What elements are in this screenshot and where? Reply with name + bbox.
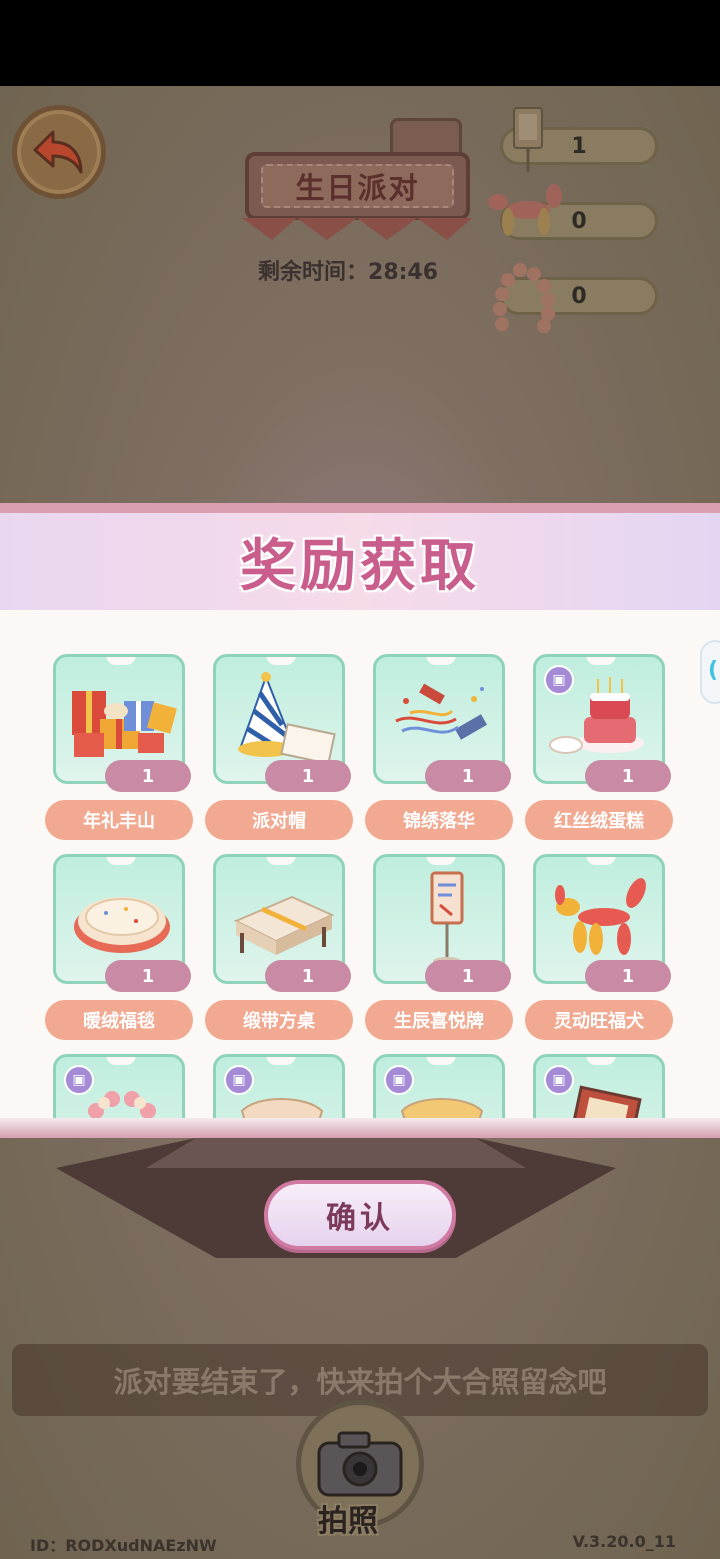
- rug-icon: [74, 897, 170, 953]
- timer-label: 剩余时间：: [258, 260, 369, 285]
- title-plaque: 生日派对: [245, 152, 470, 220]
- balloon-arch-icon: [493, 263, 555, 333]
- countdown-timer: 剩余时间：28:46: [258, 254, 438, 286]
- counter-value: 1: [571, 133, 587, 159]
- quantity-badge: 1: [265, 760, 351, 792]
- balloon-dog-icon: [488, 184, 562, 236]
- player-id: ID：RODXudNAEzNW: [30, 1536, 217, 1555]
- reward-panel-title: 奖励获取: [240, 534, 480, 599]
- panel-border: [0, 1118, 720, 1138]
- quantity-badge: 1: [425, 960, 511, 992]
- cushion-icon: [400, 1098, 484, 1118]
- item-name: 锦绣落华: [365, 800, 513, 840]
- counter-value: 0: [571, 283, 587, 309]
- page-title: 生日派对: [295, 171, 420, 205]
- item-name: 灵动旺福犬: [525, 1000, 673, 1040]
- reward-card: ▣: [213, 1054, 345, 1118]
- quantity-badge: 1: [105, 960, 191, 992]
- hint-text: 派对要结束了，快来拍个大合照留念吧: [113, 1365, 607, 1399]
- item-name: 年礼丰山: [45, 800, 193, 840]
- picture-frame-icon: [570, 1085, 642, 1118]
- back-arrow-icon: [33, 130, 83, 174]
- item-name: 红丝绒蛋糕: [525, 800, 673, 840]
- camera-icon: [317, 1431, 403, 1497]
- version-label: V.3.20.0_11: [572, 1532, 676, 1551]
- quantity-badge: 1: [585, 960, 671, 992]
- reward-grid[interactable]: 1 年礼丰山 1 派对帽 1 锦绣落华 ▣ 1 红丝绒蛋糕 1 暖绒福毯 1 缎…: [0, 610, 720, 1118]
- quantity-badge: 1: [105, 760, 191, 792]
- sign-board-icon: [513, 107, 543, 172]
- cushion-icon: [240, 1098, 324, 1118]
- item-name: 生辰喜悦牌: [365, 1000, 513, 1040]
- balloon-arch-icon: [88, 1091, 156, 1118]
- quantity-badge: 1: [265, 960, 351, 992]
- reward-card: ▣: [373, 1054, 505, 1118]
- bunting-decoration-icon: [242, 218, 472, 240]
- status-bar: [0, 0, 720, 86]
- birthday-cake-icon: [549, 677, 644, 754]
- camera-label: 拍照: [318, 1504, 378, 1539]
- item-name: 暖绒福毯: [45, 1000, 193, 1040]
- panel-border: [0, 503, 720, 513]
- quantity-badge: 1: [585, 760, 671, 792]
- item-name: 派对帽: [205, 800, 353, 840]
- item-name: 缎带方桌: [205, 1000, 353, 1040]
- scroll-arrow-icon: (: [708, 658, 719, 683]
- party-hat-icon: [238, 672, 336, 765]
- confirm-button[interactable]: 确认: [264, 1180, 456, 1250]
- timer-value: 28:46: [368, 260, 439, 285]
- confetti-popper-icon: [395, 683, 487, 740]
- back-button[interactable]: [12, 105, 106, 199]
- gift-pile-icon: [72, 691, 177, 757]
- quantity-badge: 1: [425, 760, 511, 792]
- reward-panel-header: 奖励获取: [0, 513, 720, 610]
- balloon-dog-icon: [555, 878, 646, 955]
- reward-card: ▣: [533, 1054, 665, 1118]
- counter-value: 0: [571, 208, 587, 234]
- scroll-indicator[interactable]: (: [700, 640, 720, 704]
- reward-card: ▣: [53, 1054, 185, 1118]
- ribbon-table-icon: [233, 895, 335, 955]
- sign-board-icon: [430, 871, 464, 965]
